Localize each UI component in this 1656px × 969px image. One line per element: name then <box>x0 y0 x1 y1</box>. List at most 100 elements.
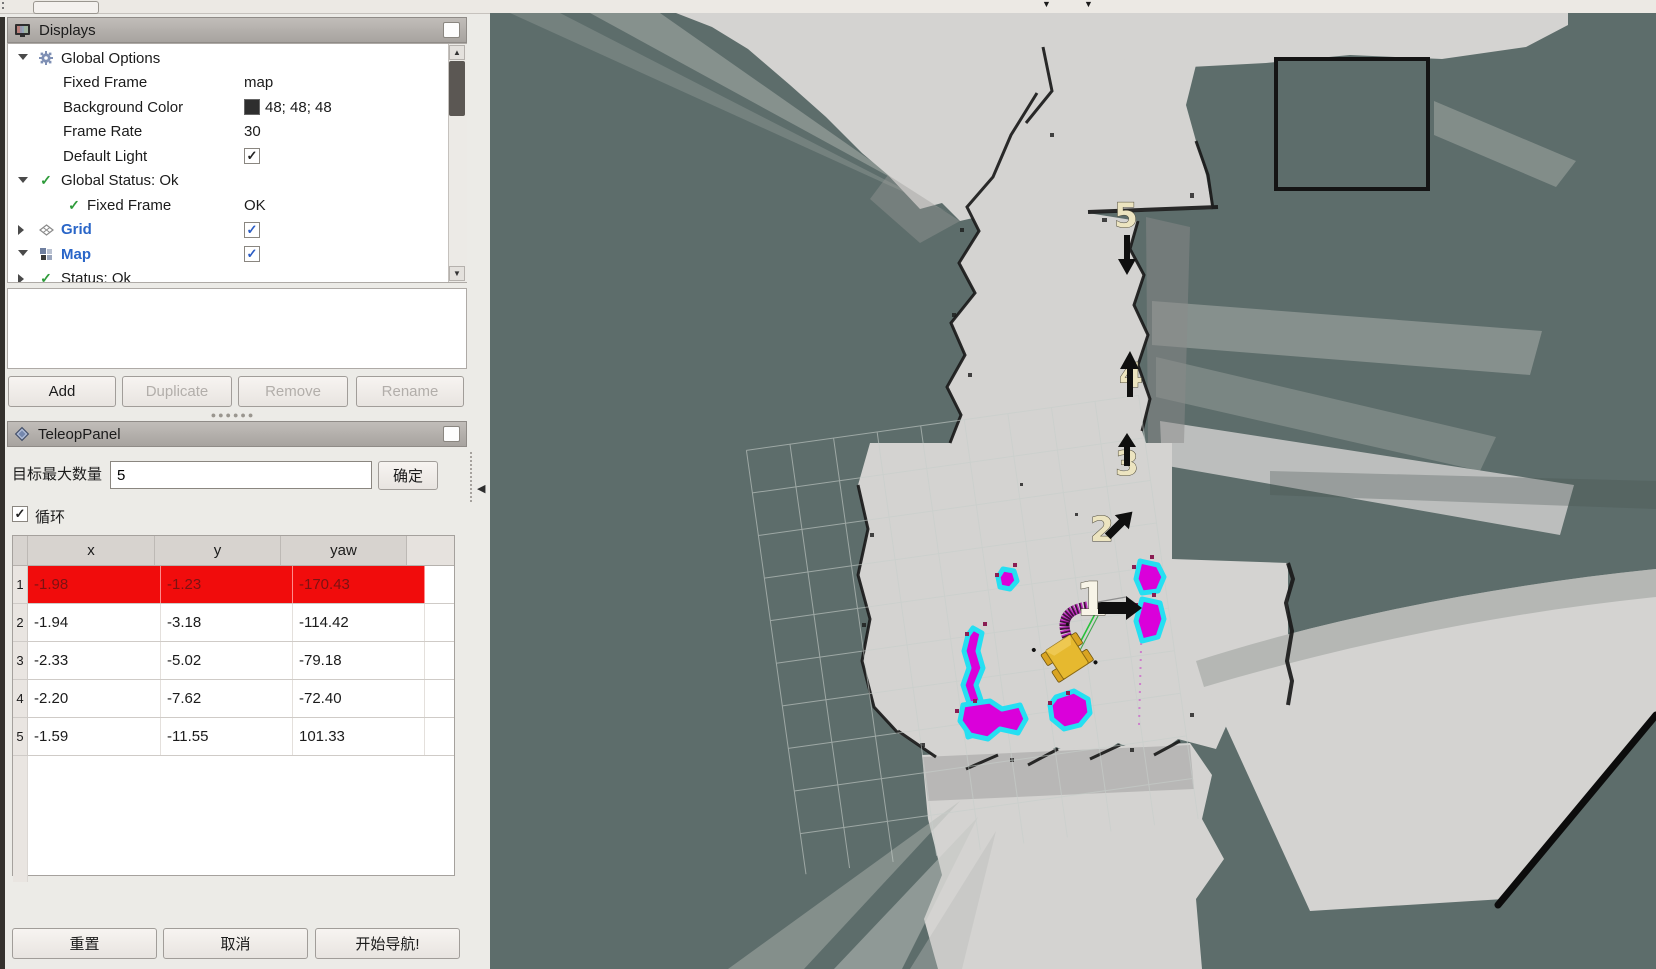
cell-x[interactable]: -1.59 <box>28 718 161 755</box>
cell-yaw[interactable]: -170.43 <box>293 566 425 603</box>
tree-row-map[interactable]: Map ✓ <box>8 242 466 267</box>
chevron-down-icon[interactable]: ▼ <box>1042 0 1051 9</box>
rename-button[interactable]: Rename <box>356 376 464 407</box>
cell-y[interactable]: -1.23 <box>161 566 293 603</box>
cell-yaw[interactable]: -114.42 <box>293 604 425 641</box>
expander-icon[interactable] <box>18 225 24 235</box>
scrollbar-down-icon[interactable]: ▼ <box>449 266 465 281</box>
reset-button[interactable]: 重置 <box>12 928 157 959</box>
tree-label: Background Color <box>63 99 183 116</box>
waypoint-table[interactable]: xyyaw1-1.98-1.23-170.432-1.94-3.18-114.4… <box>12 535 455 876</box>
scrollbar-up-icon[interactable]: ▲ <box>449 45 465 60</box>
expander-icon[interactable] <box>18 250 28 256</box>
tree-row-global-options[interactable]: Global Options <box>8 46 466 71</box>
displays-tree[interactable]: Global OptionsFixed FramemapBackground C… <box>7 43 467 283</box>
splitter-handle[interactable]: ●●●●●● <box>210 410 256 420</box>
table-row[interactable]: 4-2.20-7.62-72.40 <box>13 680 454 718</box>
duplicate-button[interactable]: Duplicate <box>122 376 232 407</box>
table-empty-area <box>13 756 454 882</box>
tree-checkbox[interactable]: ✓ <box>244 246 260 262</box>
table-row[interactable]: 5-1.59-11.55101.33 <box>13 718 454 756</box>
tree-row-global-status-ok[interactable]: ✓Global Status: Ok <box>8 169 466 194</box>
tree-label: Frame Rate <box>63 123 142 140</box>
obstacle-cluster <box>1136 561 1164 593</box>
cell-yaw[interactable]: -72.40 <box>293 680 425 717</box>
tree-value[interactable]: OK <box>244 197 266 214</box>
color-swatch[interactable] <box>244 99 260 115</box>
cell-yaw[interactable]: -79.18 <box>293 642 425 679</box>
cell-x[interactable]: -2.33 <box>28 642 161 679</box>
tree-value[interactable]: 30 <box>244 123 261 140</box>
cell-y[interactable]: -11.55 <box>161 718 293 755</box>
obstacle-cluster <box>998 569 1017 589</box>
status-ok-icon: ✓ <box>40 270 52 283</box>
column-header-y[interactable]: y <box>155 536 281 565</box>
tree-row-frame-rate[interactable]: Frame Rate 30 <box>8 120 466 145</box>
expander-icon[interactable] <box>18 177 28 183</box>
expander-icon[interactable] <box>18 54 28 60</box>
tree-label: Map <box>61 246 91 263</box>
table-row[interactable]: 3-2.33-5.02-79.18 <box>13 642 454 680</box>
tree-value[interactable]: 48; 48; 48 <box>265 99 332 116</box>
start-navigation-button[interactable]: 开始导航! <box>315 928 460 959</box>
scrollbar-thumb[interactable] <box>449 61 465 116</box>
monitor-icon <box>14 23 31 38</box>
tree-value[interactable]: map <box>244 74 273 91</box>
teleop-panel-header[interactable]: TeleopPanel <box>7 421 467 447</box>
chevron-down-icon[interactable]: ▼ <box>1084 0 1093 9</box>
column-header-yaw[interactable]: yaw <box>281 536 407 565</box>
remove-button[interactable]: Remove <box>238 376 348 407</box>
displays-panel-title: Displays <box>39 22 96 39</box>
grid-icon <box>39 224 54 236</box>
cell-x[interactable]: -1.94 <box>28 604 161 641</box>
cancel-button[interactable]: 取消 <box>163 928 308 959</box>
loop-label: 循环 <box>35 506 65 527</box>
tree-label: Grid <box>61 221 92 238</box>
cell-y[interactable]: -3.18 <box>161 604 293 641</box>
add-button[interactable]: Add <box>8 376 116 407</box>
tree-checkbox[interactable]: ✓ <box>244 222 260 238</box>
cell-x[interactable]: -2.20 <box>28 680 161 717</box>
3d-viewport[interactable]: 12345 <box>490 13 1656 969</box>
displays-panel-header[interactable]: Displays <box>7 17 467 43</box>
row-number[interactable]: 2 <box>13 604 28 641</box>
confirm-button[interactable]: 确定 <box>378 461 438 490</box>
goal-count-label: 目标最大数量 <box>12 460 102 490</box>
table-row[interactable]: 2-1.94-3.18-114.42 <box>13 604 454 642</box>
tree-row-default-light[interactable]: Default Light✓ <box>8 144 466 169</box>
table-row[interactable]: 1-1.98-1.23-170.43 <box>13 566 454 604</box>
toolbar-button[interactable] <box>33 1 99 14</box>
tree-row-background-color[interactable]: Background Color 48; 48; 48 <box>8 95 466 120</box>
waypoint-label: 1 <box>1076 572 1108 626</box>
tree-row-status-ok[interactable]: ✓Status: Ok <box>8 267 466 284</box>
tree-row-grid[interactable]: Grid ✓ <box>8 218 466 243</box>
panel-float-button[interactable] <box>443 22 460 38</box>
tree-row-fixed-frame[interactable]: Fixed Framemap <box>8 71 466 96</box>
panel-edge-strip[interactable] <box>0 17 5 969</box>
row-number[interactable]: 5 <box>13 718 28 755</box>
collapse-left-icon[interactable]: ◀ <box>477 482 485 495</box>
panel-float-button[interactable] <box>443 426 460 442</box>
cell-y[interactable]: -5.02 <box>161 642 293 679</box>
cell-yaw[interactable]: 101.33 <box>293 718 425 755</box>
panel-collapse-handle[interactable] <box>470 452 473 502</box>
column-header-x[interactable]: x <box>28 536 155 565</box>
obstacle-cluster <box>1050 691 1090 729</box>
cell-y[interactable]: -7.62 <box>161 680 293 717</box>
display-description-area <box>7 288 467 369</box>
expander-icon[interactable] <box>18 274 24 284</box>
row-number[interactable]: 4 <box>13 680 28 717</box>
toolbar-grip <box>2 2 9 9</box>
row-number[interactable]: 3 <box>13 642 28 679</box>
map-icon <box>39 247 53 261</box>
loop-checkbox[interactable]: ✓ <box>12 506 28 522</box>
goal-count-input[interactable] <box>110 461 372 489</box>
row-number[interactable]: 1 <box>13 566 28 603</box>
tree-label: Global Status: Ok <box>61 172 179 189</box>
tree-checkbox[interactable]: ✓ <box>244 148 260 164</box>
tree-row-fixed-frame[interactable]: ✓Fixed FrameOK <box>8 193 466 218</box>
toolbar: ▼ ▼ <box>0 0 1656 14</box>
table-header[interactable]: xyyaw <box>13 536 454 566</box>
tree-label: Fixed Frame <box>87 197 171 214</box>
cell-x[interactable]: -1.98 <box>28 566 161 603</box>
